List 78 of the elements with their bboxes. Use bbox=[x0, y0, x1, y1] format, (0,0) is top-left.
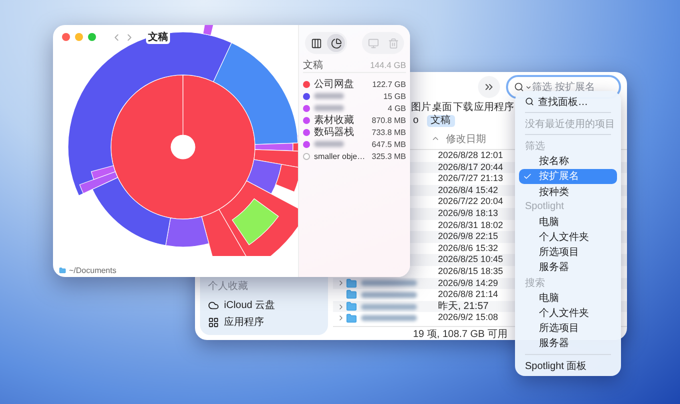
blurred-name bbox=[314, 105, 344, 111]
folder-icon bbox=[346, 278, 357, 289]
date-cell-text: 2026/8/4 15:42 bbox=[438, 184, 500, 196]
date-cell-text: 2026/8/15 18:35 bbox=[438, 266, 504, 278]
path-segment[interactable]: o bbox=[409, 115, 423, 127]
legend-size: 870.8 MB bbox=[372, 116, 406, 124]
menu-section-title: 搜索 bbox=[524, 276, 546, 290]
date-cell-text: 2026/8/8 21:14 bbox=[438, 289, 500, 301]
sort-icon[interactable] bbox=[431, 134, 440, 143]
view-mode-button[interactable] bbox=[327, 34, 345, 52]
favorite-link[interactable]: 应用程序 bbox=[474, 100, 514, 114]
folder-size: 144.4 GB bbox=[370, 60, 406, 70]
legend-size: 4 GB bbox=[388, 104, 406, 112]
legend-size: 325.3 MB bbox=[372, 152, 406, 160]
legend-size: 647.5 MB bbox=[372, 140, 406, 148]
check-icon bbox=[523, 172, 532, 181]
favorite-link[interactable]: 桌面 bbox=[432, 100, 452, 114]
date-cell-text: 2026/8/6 15:32 bbox=[438, 242, 500, 254]
date-cell-text: 昨天, 21:57 bbox=[438, 300, 490, 312]
column-header[interactable]: 修改日期 bbox=[446, 132, 486, 146]
sidebar-item-label: 应用程序 bbox=[224, 316, 264, 329]
sidebar-item[interactable]: 应用程序 bbox=[208, 315, 320, 329]
sidebar-section-title: 个人收藏 bbox=[208, 280, 249, 293]
date-cell-text: 2026/8/31 18:02 bbox=[438, 220, 504, 232]
pie-chart-icon bbox=[330, 38, 342, 48]
menu-section-title: 筛选 bbox=[524, 140, 546, 154]
sidebar-item-label: iCloud 云盘 bbox=[224, 299, 276, 312]
legend-label: smaller obje… bbox=[314, 152, 366, 160]
menu-item[interactable]: 按名称 bbox=[519, 154, 617, 169]
favorite-link[interactable]: 下载 bbox=[453, 100, 473, 114]
search-icon bbox=[514, 82, 524, 92]
date-cell-text: 2026/8/28 12:01 bbox=[438, 150, 504, 162]
search-icon bbox=[525, 97, 534, 106]
date-cell-text: 2026/7/27 21:13 bbox=[438, 173, 504, 185]
menu-note: 没有最近使用的项目 bbox=[524, 118, 616, 132]
disclosure-icon[interactable] bbox=[337, 314, 345, 322]
legend-label: 数码器栈 bbox=[314, 126, 354, 139]
legend-label: 素材收藏 bbox=[314, 114, 354, 126]
menu-section-title: Spotlight bbox=[524, 200, 565, 214]
legend-label: 公司网盘 bbox=[314, 78, 354, 91]
path-segment[interactable]: 文稿 bbox=[426, 115, 455, 127]
folder-icon bbox=[346, 312, 357, 324]
window-title: 文稿 bbox=[146, 30, 170, 44]
date-cell-text: 2026/9/8 22:15 bbox=[438, 231, 500, 243]
legend-size: 733.8 MB bbox=[372, 128, 406, 136]
legend-size: 15 GB bbox=[383, 92, 406, 100]
blurred-name bbox=[314, 93, 344, 99]
date-cell-text: 2026/7/22 20:04 bbox=[438, 196, 504, 208]
cloud-icon bbox=[208, 300, 219, 310]
disclosure-icon[interactable] bbox=[337, 302, 345, 311]
menu-item[interactable]: 所选项目 bbox=[519, 244, 617, 260]
date-cell-text: 2026/8/17 20:44 bbox=[438, 162, 504, 174]
date-cell-text: 2026/9/2 15:08 bbox=[438, 312, 500, 324]
date-cell-text: 2026/9/8 14:29 bbox=[438, 278, 500, 290]
disclosure-icon[interactable] bbox=[337, 279, 345, 288]
columns-icon bbox=[310, 38, 322, 48]
sidebar-item[interactable]: iCloud 云盘 bbox=[208, 298, 320, 312]
menu-item[interactable]: 电脑 bbox=[519, 214, 617, 230]
more-button[interactable] bbox=[478, 76, 500, 98]
legend-size: 122.7 GB bbox=[372, 80, 406, 88]
folder-icon bbox=[346, 289, 357, 300]
folder-name: 文稿 bbox=[303, 58, 323, 72]
menu-item[interactable]: Spotlight 面板 bbox=[519, 358, 617, 374]
grid-icon bbox=[208, 316, 219, 328]
close-button[interactable] bbox=[62, 33, 70, 41]
menu-item[interactable]: 服务器 bbox=[519, 260, 617, 276]
location-path: ~/Documents bbox=[69, 266, 116, 274]
zoom-button[interactable] bbox=[88, 33, 96, 41]
folder-icon bbox=[59, 266, 66, 274]
double-chevron-icon bbox=[483, 81, 495, 93]
menu-item[interactable]: 个人文件夹 bbox=[519, 230, 617, 245]
caret-icon bbox=[525, 84, 532, 90]
date-cell-text: 2026/9/8 18:13 bbox=[438, 208, 500, 220]
date-cell-text: 2026/8/25 10:45 bbox=[438, 254, 504, 266]
favorite-link[interactable]: 图片 bbox=[411, 100, 431, 114]
blurred-name bbox=[314, 141, 344, 147]
folder-icon bbox=[346, 301, 357, 312]
menu-item[interactable]: 按种类 bbox=[519, 184, 617, 200]
